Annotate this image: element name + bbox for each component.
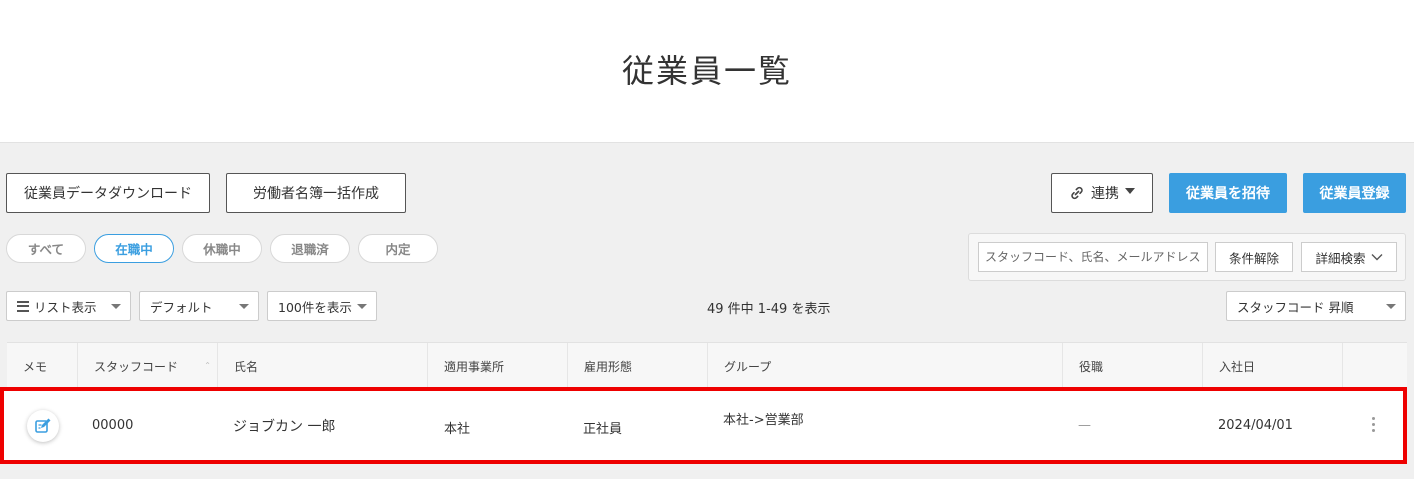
register-employee-button[interactable]: 従業員登録 bbox=[1303, 173, 1406, 213]
caret-down-icon bbox=[1386, 304, 1396, 309]
position-cell: — bbox=[1078, 418, 1091, 433]
column-header-group: グループ bbox=[707, 343, 1062, 389]
status-tab-retired[interactable]: 退職済 bbox=[270, 234, 350, 263]
advanced-search-label: 詳細検索 bbox=[1315, 250, 1366, 266]
clear-conditions-button[interactable]: 条件解除 bbox=[1215, 242, 1293, 272]
kebab-menu-icon[interactable] bbox=[1369, 417, 1377, 435]
table-header: メモ スタッフコード ⌃ 氏名 適用事業所 雇用形態 グループ 役職 入社日 bbox=[7, 342, 1407, 389]
status-tab-label: 在職中 bbox=[115, 242, 153, 257]
column-header-name: 氏名 bbox=[217, 343, 427, 389]
link-button-label: 連携 bbox=[1091, 186, 1119, 202]
advanced-search-button[interactable]: 詳細検索 bbox=[1301, 242, 1397, 272]
search-panel: 条件解除 詳細検索 bbox=[968, 233, 1406, 281]
table-row[interactable]: 00000 ジョブカン 一郎 本社 正社員 本社->営業部 — 2024/04/… bbox=[2, 388, 1407, 464]
hire-date-cell: 2024/04/01 bbox=[1218, 418, 1293, 433]
status-tab-employed[interactable]: 在職中 bbox=[94, 234, 174, 263]
preset-select[interactable]: デフォルト bbox=[139, 291, 259, 321]
column-header-position: 役職 bbox=[1062, 343, 1202, 389]
link-dropdown-button[interactable]: 連携 bbox=[1051, 173, 1153, 213]
search-input[interactable] bbox=[978, 242, 1208, 272]
page-header: 従業員一覧 bbox=[0, 0, 1414, 143]
employment-type-cell: 正社員 bbox=[583, 422, 623, 437]
sort-label: スタッフコード 昇順 bbox=[1237, 299, 1354, 315]
clear-button-label: 条件解除 bbox=[1228, 250, 1279, 266]
memo-edit-icon[interactable] bbox=[27, 410, 59, 442]
chevron-down-icon bbox=[1371, 253, 1383, 261]
list-view-icon bbox=[17, 300, 29, 312]
result-count: 49 件中 1-49 を表示 bbox=[707, 302, 831, 317]
column-header-hire-date: 入社日 bbox=[1202, 343, 1342, 389]
sort-arrow-icon: ⌃ bbox=[204, 361, 211, 370]
column-header-office: 適用事業所 bbox=[427, 343, 567, 389]
name-cell[interactable]: ジョブカン 一郎 bbox=[233, 416, 335, 436]
status-tab-all[interactable]: すべて bbox=[6, 234, 86, 263]
preset-label: デフォルト bbox=[150, 299, 213, 315]
staff-code-cell: 00000 bbox=[92, 418, 134, 433]
roster-button-label: 労働者名簿一括作成 bbox=[253, 186, 379, 202]
invite-employee-button[interactable]: 従業員を招待 bbox=[1169, 173, 1287, 213]
office-cell: 本社 bbox=[444, 422, 471, 437]
sort-select[interactable]: スタッフコード 昇順 bbox=[1226, 291, 1406, 321]
status-tab-label: 休職中 bbox=[203, 242, 241, 257]
column-header-actions bbox=[1342, 343, 1407, 389]
roster-bulk-create-button[interactable]: 労働者名簿一括作成 bbox=[226, 173, 406, 213]
caret-down-icon bbox=[357, 304, 367, 309]
per-page-select[interactable]: 100件を表示 bbox=[267, 291, 377, 321]
download-button-label: 従業員データダウンロード bbox=[24, 186, 192, 202]
column-header-staff-code[interactable]: スタッフコード ⌃ bbox=[77, 343, 217, 389]
view-mode-select[interactable]: リスト表示 bbox=[6, 291, 131, 321]
page-title: 従業員一覧 bbox=[621, 52, 792, 90]
status-tab-label: 退職済 bbox=[291, 242, 329, 257]
status-tab-label: 内定 bbox=[385, 242, 411, 257]
invite-button-label: 従業員を招待 bbox=[1186, 186, 1270, 202]
per-page-label: 100件を表示 bbox=[278, 299, 352, 315]
caret-down-icon bbox=[111, 304, 121, 309]
group-cell: 本社->営業部 bbox=[723, 413, 804, 428]
view-mode-label: リスト表示 bbox=[34, 299, 97, 315]
employee-data-download-button[interactable]: 従業員データダウンロード bbox=[6, 173, 210, 213]
caret-down-icon bbox=[1125, 188, 1135, 194]
status-tab-label: すべて bbox=[27, 242, 65, 257]
caret-down-icon bbox=[239, 304, 249, 309]
column-header-memo: メモ bbox=[23, 359, 48, 374]
link-icon bbox=[1069, 185, 1085, 201]
column-header-employment-type: 雇用形態 bbox=[567, 343, 707, 389]
status-tab-offer[interactable]: 内定 bbox=[358, 234, 438, 263]
status-tab-on-leave[interactable]: 休職中 bbox=[182, 234, 262, 263]
register-button-label: 従業員登録 bbox=[1319, 186, 1390, 202]
